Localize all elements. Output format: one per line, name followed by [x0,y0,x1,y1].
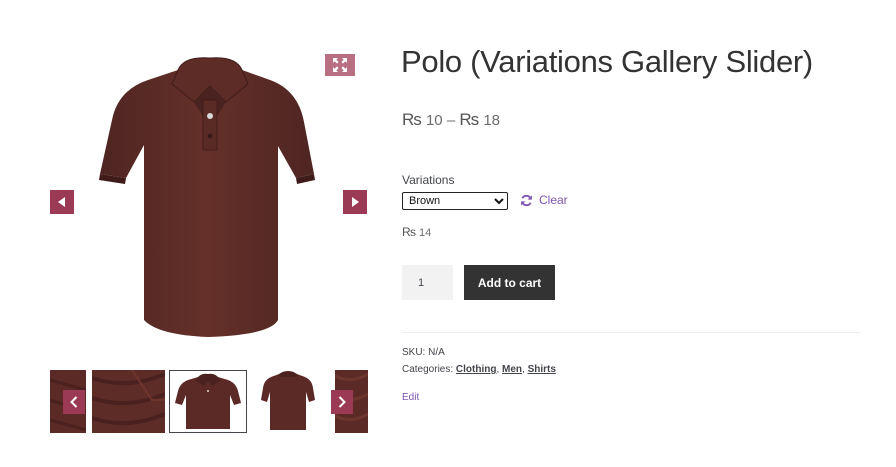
categories-label: Categories: [402,364,454,375]
sku-line: SKU: N/A [402,347,445,358]
price-separator: – [446,112,456,129]
price-min: 10 [425,112,443,129]
thumbnail-strip [50,370,368,434]
currency-symbol: ₨ [402,110,422,129]
thumbnail-next-button[interactable] [331,390,353,414]
gallery-next-button[interactable] [343,190,367,214]
refresh-icon [521,194,532,206]
variation-price: ₨ 14 [402,225,431,239]
main-product-image[interactable] [98,50,318,350]
expand-icon [333,58,347,72]
price-max: 18 [483,112,500,129]
chevron-right-icon [338,396,346,408]
price-range: ₨ 10 – ₨ 18 [402,110,500,130]
thumbnail-2[interactable] [92,370,165,433]
add-to-cart-button[interactable]: Add to cart [464,265,555,300]
variations-label: Variations [402,173,455,187]
variation-price-value: 14 [419,227,432,239]
clear-variation-link[interactable]: Clear [520,192,568,208]
divider [402,332,860,333]
thumbnail-4[interactable] [253,370,323,433]
product-gallery [50,50,368,435]
category-link-clothing[interactable]: Clothing [456,364,497,375]
caret-left-icon [58,197,65,207]
caret-right-icon [352,197,359,207]
variations-select[interactable]: Brown [402,192,508,210]
clear-label: Clear [539,193,568,207]
category-link-men[interactable]: Men [502,364,522,375]
sku-value: N/A [428,347,445,358]
categories-line: Categories: Clothing, Men, Shirts [402,364,556,375]
thumbnail-prev-button[interactable] [63,390,85,414]
chevron-left-icon [70,396,78,408]
sku-label: SKU: [402,347,426,358]
product-title: Polo (Variations Gallery Slider) [401,44,813,79]
currency-symbol: ₨ [459,110,480,129]
category-link-shirts[interactable]: Shirts [528,364,556,375]
thumbnail-3[interactable] [169,370,247,433]
currency-symbol: ₨ [402,225,416,239]
edit-link[interactable]: Edit [402,392,419,403]
gallery-prev-button[interactable] [50,190,74,214]
quantity-input[interactable] [402,265,453,300]
zoom-button[interactable] [325,54,355,76]
